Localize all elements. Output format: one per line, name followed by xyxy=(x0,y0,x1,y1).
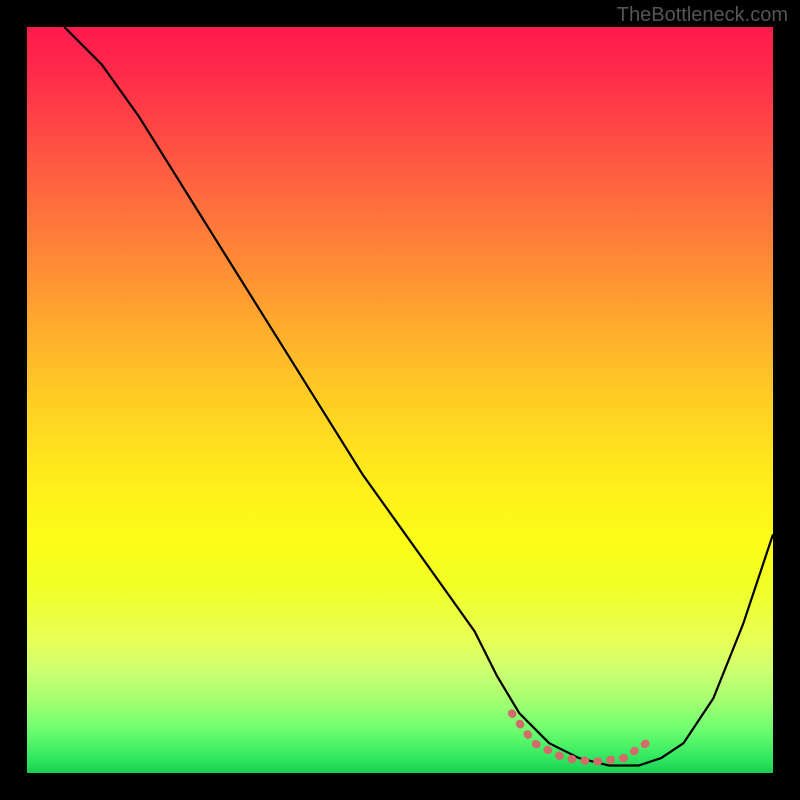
watermark-text: TheBottleneck.com xyxy=(617,4,788,27)
bottleneck-curve xyxy=(64,27,773,766)
chart-svg xyxy=(27,27,773,773)
optimal-range-marker xyxy=(512,713,646,762)
chart-plot-area xyxy=(27,27,773,773)
